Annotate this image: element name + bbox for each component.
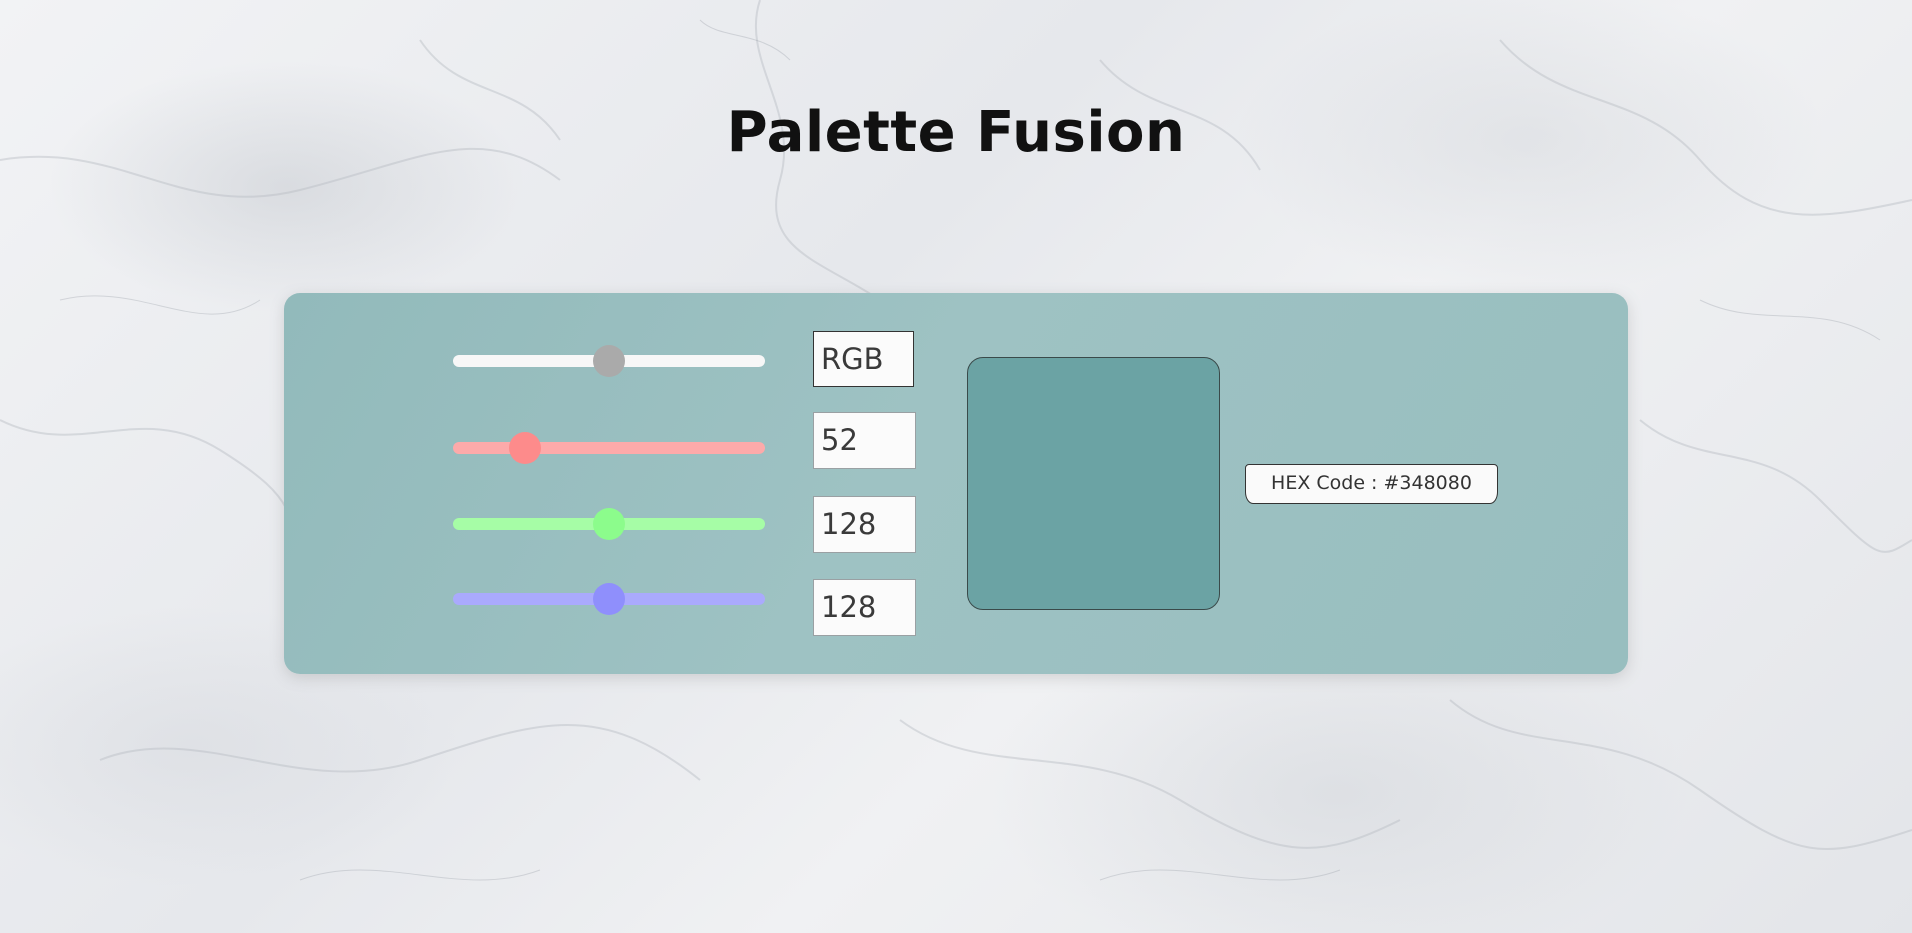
color-mode-field[interactable]: RGB <box>813 331 914 387</box>
red-value-field[interactable]: 52 <box>813 412 916 469</box>
blue-value-field[interactable]: 128 <box>813 579 916 636</box>
green-slider-thumb[interactable] <box>593 508 625 540</box>
page-title: Palette Fusion <box>726 100 1186 165</box>
red-slider[interactable] <box>453 432 765 464</box>
master-slider-thumb[interactable] <box>593 345 625 377</box>
red-slider-thumb[interactable] <box>509 432 541 464</box>
green-slider[interactable] <box>453 508 765 540</box>
blue-slider-thumb[interactable] <box>593 583 625 615</box>
hex-code-label: HEX Code : #348080 <box>1245 464 1498 504</box>
color-preview-swatch <box>967 357 1220 610</box>
blue-slider[interactable] <box>453 583 765 615</box>
color-mixer-panel: RGB 52 128 128 HEX Code : #348080 <box>284 293 1628 674</box>
green-value-field[interactable]: 128 <box>813 496 916 553</box>
master-slider[interactable] <box>453 345 765 377</box>
